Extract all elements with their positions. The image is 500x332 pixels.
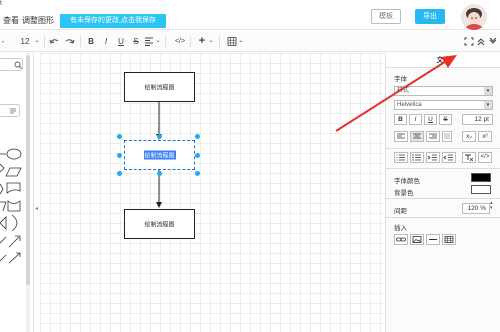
node-label: 绘制流程图: [144, 222, 175, 229]
shape-filter-button[interactable]: [0, 104, 20, 117]
outdent-icon[interactable]: [442, 152, 456, 163]
node-label[interactable]: 绘制流程图: [143, 150, 176, 160]
flowchart-node[interactable]: 绘制流程图: [124, 72, 195, 102]
link-icon[interactable]: [394, 234, 408, 245]
undo-icon[interactable]: [48, 35, 60, 48]
format-panel: 文本 字体 样式 ▾ Helvetica ▾ B I U S 12 pt x₂ …: [385, 53, 500, 332]
redo-icon[interactable]: [64, 35, 76, 48]
menu-item-arrange[interactable]: 调整图形: [22, 15, 54, 26]
horizontal-rule-icon[interactable]: [426, 234, 440, 245]
resize-handle[interactable]: [195, 171, 200, 176]
shape-library-panel: [0, 53, 34, 332]
window-title-fragment: t: [0, 0, 2, 7]
bullet-list-icon[interactable]: [410, 152, 424, 163]
format-toolbar: - 12 ⌄ B I U S ⌄ </> + ⌄ ⌄: [0, 31, 500, 52]
align-right-icon[interactable]: [426, 131, 440, 142]
image-icon[interactable]: [410, 234, 424, 245]
resize-handle[interactable]: [117, 134, 122, 139]
align-left-icon[interactable]: [144, 35, 154, 48]
export-button[interactable]: 导出: [415, 9, 445, 24]
diagram-canvas[interactable]: 绘制流程图 绘制流程图 绘制流程图: [40, 53, 384, 332]
node-label: 绘制流程图: [144, 85, 175, 92]
filter-icon: [10, 108, 16, 114]
bold-button[interactable]: B: [86, 35, 96, 48]
resize-handle[interactable]: [117, 153, 122, 158]
indent-icon[interactable]: [426, 152, 440, 163]
collapse-panel-icon[interactable]: ◂: [35, 205, 38, 212]
insert-plus-icon[interactable]: +: [197, 35, 207, 48]
toolbar-divider: [190, 36, 191, 47]
spacing-field[interactable]: 120 %: [462, 203, 490, 214]
scrollbar-thumb[interactable]: [26, 55, 30, 285]
tab-text[interactable]: 文本: [386, 53, 500, 68]
chevron-down-icon[interactable]: ⌄: [208, 35, 214, 48]
style-select[interactable]: 样式 ▾: [394, 86, 493, 96]
collapse-icon[interactable]: [476, 35, 486, 48]
divider: [386, 198, 500, 199]
underline-button[interactable]: U: [116, 35, 126, 48]
toolbar-divider: [80, 36, 81, 47]
toolbar-divider: [44, 36, 45, 47]
align-center-icon[interactable]: [410, 131, 424, 142]
connector-layer: [156, 101, 162, 208]
insert-label: 插入: [394, 225, 407, 232]
resize-handle[interactable]: [195, 134, 200, 139]
superscript-button[interactable]: x²: [478, 131, 492, 142]
divider: [386, 217, 500, 218]
table-icon[interactable]: [442, 234, 456, 245]
font-size-field[interactable]: 12 pt: [462, 114, 493, 125]
bold-button[interactable]: B: [394, 114, 407, 125]
toolbar-left-edge: -: [1, 37, 5, 46]
resize-handle[interactable]: [157, 171, 162, 176]
html-code-button[interactable]: </>: [478, 152, 492, 163]
font-family-value: Helvetica: [397, 102, 422, 108]
chevron-down-icon[interactable]: ⌄: [34, 35, 40, 48]
flowchart-node[interactable]: 绘制流程图: [124, 209, 195, 239]
top-bar: t 查看 调整图形 有未保存的更改,点击我保存 模板 导出: [0, 0, 500, 30]
font-size-select[interactable]: 12: [18, 35, 32, 48]
resize-handle[interactable]: [195, 153, 200, 158]
unsaved-changes-notice[interactable]: 有未保存的更改,点击我保存: [60, 14, 166, 28]
italic-button[interactable]: I: [101, 35, 111, 48]
toolbar-divider: [219, 36, 220, 47]
italic-button[interactable]: I: [409, 114, 422, 125]
chevron-down-icon: ▾: [484, 87, 492, 95]
divider: [386, 168, 500, 169]
justify-icon[interactable]: [442, 131, 452, 142]
table-icon[interactable]: [227, 35, 237, 48]
search-icon: [14, 61, 22, 69]
align-left-icon[interactable]: [394, 131, 408, 142]
style-select-value: 样式: [397, 88, 410, 94]
menu-item-view[interactable]: 查看: [3, 15, 19, 26]
toolbar-divider: [165, 36, 166, 47]
code-icon[interactable]: </>: [173, 35, 187, 48]
shape-palette[interactable]: [0, 143, 26, 332]
chevron-down-icon: ▾: [484, 101, 492, 109]
chevron-down-icon[interactable]: ⌄: [238, 35, 244, 48]
strikethrough-button[interactable]: S: [439, 114, 452, 125]
avatar[interactable]: [461, 4, 487, 30]
font-color-swatch[interactable]: [471, 173, 491, 182]
resize-handle[interactable]: [117, 171, 122, 176]
background-color-swatch[interactable]: [471, 185, 491, 194]
fullscreen-icon[interactable]: [464, 35, 474, 48]
font-family-select[interactable]: Helvetica ▾: [394, 100, 493, 110]
resize-handle[interactable]: [157, 134, 162, 139]
font-section-label: 字体: [394, 76, 407, 83]
underline-button[interactable]: U: [424, 114, 437, 125]
expand-icon[interactable]: [488, 35, 498, 48]
font-color-label: 字体颜色: [394, 178, 420, 185]
numbered-list-icon[interactable]: [394, 152, 408, 163]
clear-format-icon[interactable]: [462, 152, 476, 163]
background-color-label: 背景色: [394, 190, 414, 197]
flowchart-node-selected[interactable]: 绘制流程图: [124, 140, 195, 170]
strikethrough-button[interactable]: S: [131, 35, 141, 48]
chevron-down-icon[interactable]: ⌄: [155, 35, 161, 48]
spacing-stepper[interactable]: ▴ ▾: [490, 201, 493, 211]
spacing-label: 间距: [394, 208, 407, 215]
template-button[interactable]: 模板: [371, 9, 401, 24]
shape-search-input[interactable]: [0, 58, 23, 71]
divider: [386, 148, 500, 149]
subscript-button[interactable]: x₂: [462, 131, 476, 142]
